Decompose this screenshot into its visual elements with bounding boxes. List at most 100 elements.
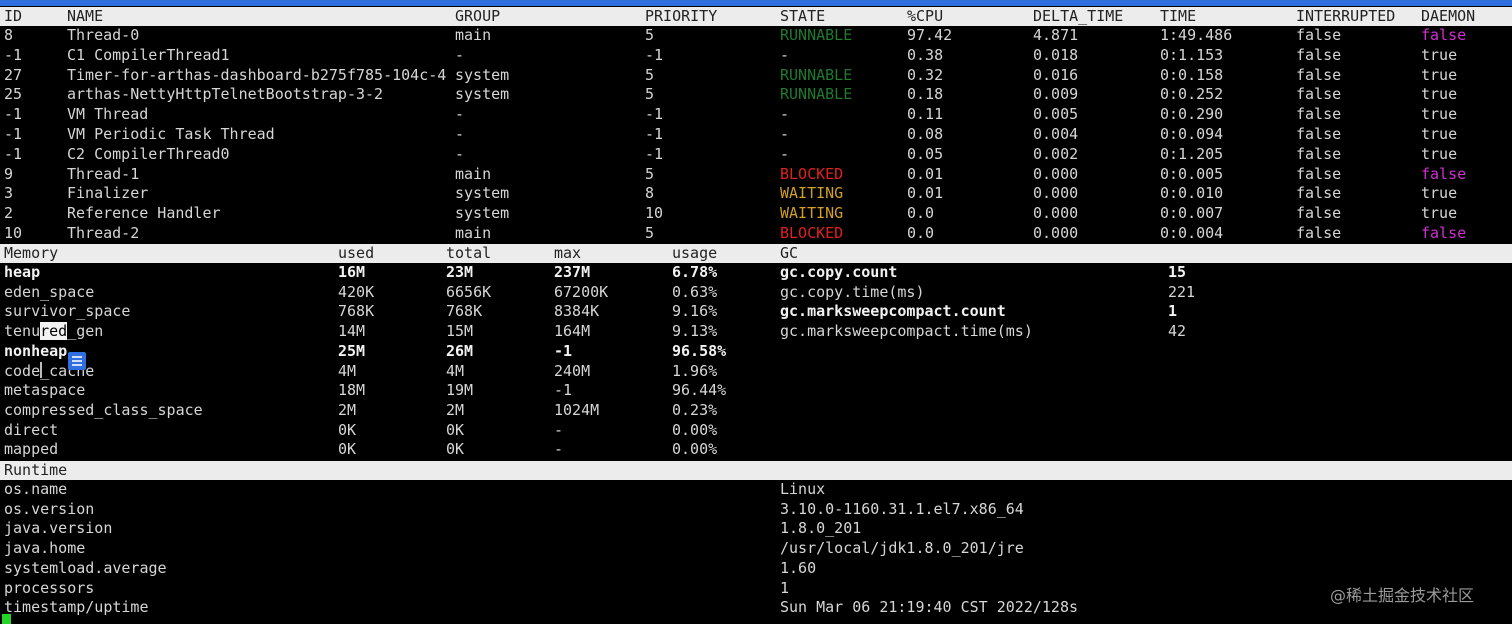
memory-name: tenured_gen — [4, 322, 104, 341]
thread-daemon: true — [1421, 184, 1458, 203]
thread-time: 0:0.290 — [1160, 105, 1224, 124]
thread-cpu: 0.11 — [907, 105, 944, 124]
thread-daemon: true — [1421, 65, 1458, 84]
thread-delta: 0.000 — [1033, 204, 1079, 223]
thread-name: Timer-for-arthas-dashboard-b275f785-104c… — [67, 65, 447, 84]
thread-delta: 4.871 — [1033, 26, 1079, 44]
gc-value: 15 — [1168, 263, 1187, 281]
thread-state: BLOCKED — [780, 164, 844, 183]
memory-usage: 0.00% — [672, 440, 718, 459]
thread-interrupted: false — [1296, 26, 1342, 44]
memory-name: metaspace — [4, 381, 86, 400]
memory-max: 240M — [554, 361, 591, 380]
thread-priority: 8 — [645, 184, 655, 203]
thread-daemon: true — [1421, 45, 1458, 64]
memory-usage: 9.16% — [672, 302, 718, 321]
text-selection: red — [40, 322, 68, 341]
runtime-name: timestamp/uptime — [4, 598, 149, 617]
thread-header-id: ID — [4, 7, 23, 25]
gc-name: gc.copy.count — [780, 263, 898, 281]
thread-name: C1 CompilerThread1 — [67, 45, 230, 64]
thread-time: 0:0.252 — [1160, 85, 1224, 104]
thread-interrupted: false — [1296, 184, 1342, 203]
thread-group: system — [455, 184, 510, 203]
thread-priority: 5 — [645, 85, 655, 104]
thread-state: WAITING — [780, 204, 844, 223]
memory-header-max: max — [554, 244, 582, 262]
watermark: @稀土掘金技术社区 — [1330, 586, 1475, 605]
thread-time: 0:0.007 — [1160, 204, 1224, 223]
thread-row: 27 Timer-for-arthas-dashboard-b275f785-10… — [0, 66, 1512, 86]
runtime-name: java.home — [4, 539, 86, 558]
memory-used: 18M — [338, 381, 366, 400]
memory-max: 67200K — [554, 282, 609, 301]
memory-total: 4M — [446, 361, 465, 380]
thread-cpu: 0.18 — [907, 85, 944, 104]
memory-max: 1024M — [554, 400, 600, 419]
memory-total: 15M — [446, 322, 474, 341]
thread-row: -1 C2 CompilerThread0 - -1 - 0.05 0.002 0:1.205… — [0, 145, 1512, 165]
thread-header-name: NAME — [67, 7, 104, 25]
runtime-title: Runtime — [4, 461, 68, 479]
thread-group: - — [455, 144, 465, 163]
memory-row: compressed_class_space 2M 2M 1024M 0.23% — [0, 401, 1512, 421]
gc-value: 1 — [1168, 302, 1178, 321]
memory-name: nonheap — [4, 341, 68, 360]
thread-interrupted: false — [1296, 105, 1342, 124]
memory-total: 26M — [446, 341, 474, 360]
runtime-row: java.home/usr/local/jdk1.8.0_201/jre — [0, 539, 1512, 559]
memory-gc-header: Memory used total max usage GC — [0, 244, 1512, 263]
thread-daemon: true — [1421, 125, 1458, 143]
thread-row: -1 VM Thread - -1 - 0.11 0.005 0:0.290 false true — [0, 105, 1512, 125]
runtime-row: timestamp/uptime Sun Mar 06 21:19:40 CST … — [0, 598, 1512, 618]
thread-name: Thread-1 — [67, 164, 140, 183]
gc-name: gc.marksweepcompact.time(ms) — [780, 322, 1033, 341]
thread-name: Thread-2 — [67, 224, 140, 242]
thread-group: main — [455, 224, 492, 242]
memory-usage: 0.23% — [672, 400, 718, 419]
memory-used: 4M — [338, 361, 357, 380]
memory-name: direct — [4, 420, 59, 439]
runtime-row: os.name Linux — [0, 480, 1512, 500]
gc-header: GC — [780, 244, 799, 262]
memory-usage: 96.58% — [672, 341, 727, 360]
thread-interrupted: false — [1296, 85, 1342, 104]
memory-row: code_cache 4M 4M 240M 1.96% — [0, 362, 1512, 382]
thread-name: VM Periodic Task Thread — [67, 125, 275, 143]
memory-used: 25M — [338, 341, 366, 360]
thread-group: system — [455, 85, 510, 104]
memory-used: 2M — [338, 400, 357, 419]
memory-name: heap — [4, 263, 41, 281]
thread-state: - — [780, 45, 790, 64]
runtime-row: java.version 1.8.0_201 — [0, 519, 1512, 539]
runtime-header: Runtime — [0, 461, 1512, 480]
thread-priority: -1 — [645, 45, 664, 64]
thread-time: 0:1.205 — [1160, 144, 1224, 163]
thread-time: 0:0.010 — [1160, 184, 1224, 203]
thread-row: 25 arthas-NettyHttpTelnetBootstrap-3-2 sys… — [0, 85, 1512, 105]
gc-value: 221 — [1168, 282, 1196, 301]
memory-name: compressed_class_space — [4, 400, 203, 419]
thread-delta: 0.016 — [1033, 65, 1079, 84]
thread-id: 9 — [4, 164, 14, 183]
thread-time: 0:0.005 — [1160, 164, 1224, 183]
gc-name: gc.copy.time(ms) — [780, 282, 925, 301]
thread-delta: 0.018 — [1033, 45, 1079, 64]
memory-usage: 1.96% — [672, 361, 718, 380]
memory-header-used: used — [338, 244, 375, 262]
thread-cpu: 0.01 — [907, 164, 944, 183]
thread-cpu: 0.38 — [907, 45, 944, 64]
thread-cpu: 0.05 — [907, 144, 944, 163]
memory-row: mapped 0K 0K - 0.00% — [0, 440, 1512, 460]
memory-used: 0K — [338, 440, 357, 459]
memory-row: metaspace 18M 19M -1 96.44% — [0, 381, 1512, 401]
document-icon[interactable] — [68, 352, 86, 370]
thread-daemon: true — [1421, 204, 1458, 223]
memory-usage: 6.78% — [672, 263, 718, 281]
thread-daemon: false — [1421, 224, 1467, 242]
memory-max: 164M — [554, 322, 591, 341]
thread-priority: -1 — [645, 105, 664, 124]
thread-cpu: 0.08 — [907, 125, 944, 143]
thread-priority: -1 — [645, 125, 664, 143]
thread-header-time: TIME — [1160, 7, 1197, 25]
